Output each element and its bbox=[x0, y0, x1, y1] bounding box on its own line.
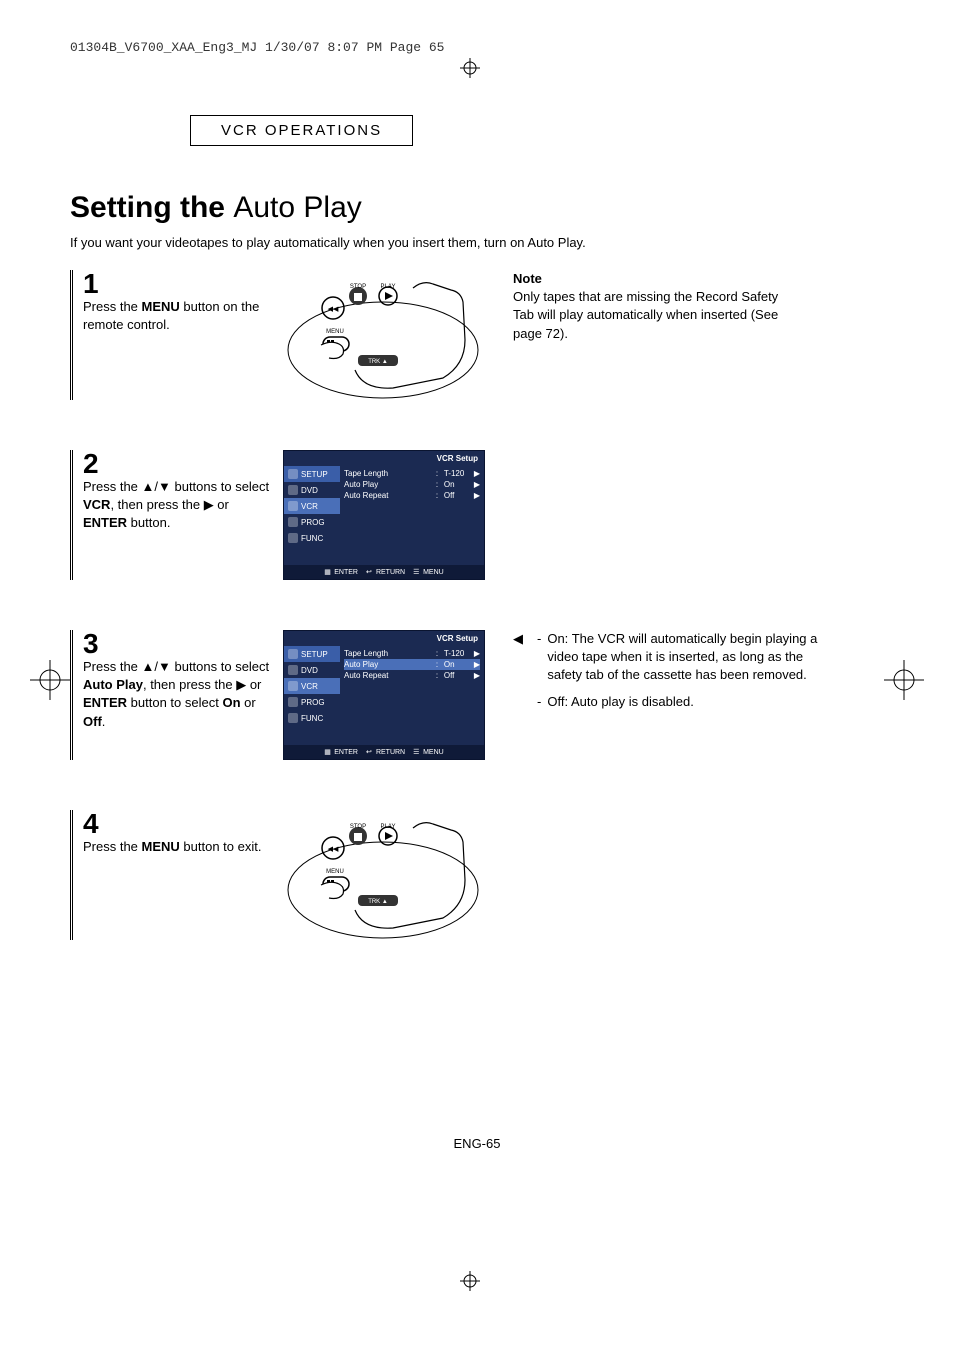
step-2-text: 2 Press the ▲/▼ buttons to select VCR, t… bbox=[70, 450, 273, 580]
pointer-arrow-icon: ◀ bbox=[513, 630, 523, 685]
step-3-number: 3 bbox=[83, 630, 273, 658]
step-1-text: 1 Press the MENU button on the remote co… bbox=[70, 270, 273, 400]
func-icon bbox=[288, 533, 298, 543]
crop-mark-right-icon bbox=[884, 660, 924, 700]
osd-row-auto-repeat: Auto Repeat:Off▶ bbox=[344, 490, 480, 501]
osd-row-auto-play: Auto Play:On▶ bbox=[344, 479, 480, 490]
osd-footer: ▦ ENTER ↩ RETURN ☰ MENU bbox=[284, 745, 484, 759]
step-1-remote-illustration: ◀◀ STOP PLAY MENU TRK ▲ bbox=[283, 270, 483, 400]
osd-tab-setup: SETUP bbox=[284, 646, 340, 662]
page-title: Setting the Auto Play bbox=[70, 191, 884, 225]
osd-tab-dvd: DVD bbox=[284, 482, 340, 498]
osd-tab-vcr: VCR bbox=[284, 678, 340, 694]
step-1-number: 1 bbox=[83, 270, 273, 298]
svg-text:MENU: MENU bbox=[326, 329, 344, 335]
menu-icon: ☰ bbox=[413, 568, 421, 576]
option-off-label: Off: bbox=[547, 694, 568, 709]
osd-row-tape-length: Tape Length:T-120▶ bbox=[344, 468, 480, 479]
step-3-text: 3 Press the ▲/▼ buttons to select Auto P… bbox=[70, 630, 273, 760]
osd-menu: VCR Setup SETUP DVD VCR PROG FUNC Tape L… bbox=[283, 450, 485, 580]
osd-title: VCR Setup bbox=[284, 631, 484, 646]
note-column: Note Only tapes that are missing the Rec… bbox=[513, 270, 793, 400]
options-column: ◀ - On: The VCR will automatically begin… bbox=[513, 630, 823, 760]
title-bold: Setting the bbox=[70, 191, 225, 224]
return-icon: ↩ bbox=[366, 748, 374, 756]
osd-row-auto-repeat: Auto Repeat:Off▶ bbox=[344, 670, 480, 681]
disc-icon bbox=[288, 485, 298, 495]
osd-main-panel: Tape Length:T-120▶ Auto Play:On▶ Auto Re… bbox=[340, 646, 484, 745]
remote-hand-icon: ◀◀ STOP PLAY MENU TRK ▲ bbox=[283, 810, 483, 940]
note-body: Only tapes that are missing the Record S… bbox=[513, 288, 793, 343]
osd-tab-func: FUNC bbox=[284, 530, 340, 546]
osd-menu: VCR Setup SETUP DVD VCR PROG FUNC Tape L… bbox=[283, 630, 485, 760]
section-heading-text: VCR OPERATIONS bbox=[221, 122, 382, 139]
remote-hand-icon: ◀◀ STOP PLAY MENU TRK ▲ bbox=[283, 270, 483, 400]
func-icon bbox=[288, 713, 298, 723]
step-4-number: 4 bbox=[83, 810, 273, 838]
step-4-text: 4 Press the MENU button to exit. bbox=[70, 810, 273, 940]
osd-tab-prog: PROG bbox=[284, 514, 340, 530]
gear-icon bbox=[288, 469, 298, 479]
clock-icon bbox=[288, 517, 298, 527]
svg-text:MENU: MENU bbox=[326, 869, 344, 875]
clock-icon bbox=[288, 697, 298, 707]
osd-tab-dvd: DVD bbox=[284, 662, 340, 678]
osd-row-tape-length: Tape Length:T-120▶ bbox=[344, 648, 480, 659]
svg-text:STOP: STOP bbox=[350, 824, 366, 830]
osd-row-auto-play-highlight: Auto Play:On▶ bbox=[344, 659, 480, 670]
step-2-osd-screenshot: VCR Setup SETUP DVD VCR PROG FUNC Tape L… bbox=[283, 450, 483, 580]
svg-text:STOP: STOP bbox=[350, 284, 366, 290]
note-heading: Note bbox=[513, 270, 793, 288]
osd-footer: ▦ ENTER ↩ RETURN ☰ MENU bbox=[284, 565, 484, 579]
intro-text: If you want your videotapes to play auto… bbox=[70, 235, 884, 250]
crop-mark-left-icon bbox=[30, 660, 70, 700]
step-2-number: 2 bbox=[83, 450, 273, 478]
osd-sidebar: SETUP DVD VCR PROG FUNC bbox=[284, 646, 340, 745]
svg-text:PLAY: PLAY bbox=[381, 284, 396, 290]
svg-text:PLAY: PLAY bbox=[381, 824, 396, 830]
osd-tab-vcr: VCR bbox=[284, 498, 340, 514]
osd-tab-prog: PROG bbox=[284, 694, 340, 710]
osd-main-panel: Tape Length:T-120▶ Auto Play:On▶ Auto Re… bbox=[340, 466, 484, 565]
svg-text:TRK ▲: TRK ▲ bbox=[368, 899, 388, 905]
svg-text:◀◀: ◀◀ bbox=[328, 846, 339, 853]
disc-icon bbox=[288, 665, 298, 675]
osd-title: VCR Setup bbox=[284, 451, 484, 466]
page-number: ENG-65 bbox=[0, 1136, 954, 1151]
gear-icon bbox=[288, 649, 298, 659]
osd-sidebar: SETUP DVD VCR PROG FUNC bbox=[284, 466, 340, 565]
tape-icon bbox=[288, 681, 298, 691]
svg-text:◀◀: ◀◀ bbox=[328, 306, 339, 313]
print-header-line: 01304B_V6700_XAA_Eng3_MJ 1/30/07 8:07 PM… bbox=[70, 40, 884, 55]
step-3-osd-screenshot: VCR Setup SETUP DVD VCR PROG FUNC Tape L… bbox=[283, 630, 483, 760]
option-off-text: Auto play is disabled. bbox=[571, 694, 694, 709]
return-icon: ↩ bbox=[366, 568, 374, 576]
enter-icon: ▦ bbox=[324, 748, 332, 756]
step-4-remote-illustration: ◀◀ STOP PLAY MENU TRK ▲ bbox=[283, 810, 483, 940]
registration-mark-bottom-icon bbox=[460, 1271, 480, 1291]
option-on-text: The VCR will automatically begin playing… bbox=[547, 631, 817, 682]
registration-mark-top-icon bbox=[460, 58, 480, 78]
section-heading-box: VCR OPERATIONS bbox=[190, 115, 413, 146]
tape-icon bbox=[288, 501, 298, 511]
enter-icon: ▦ bbox=[324, 568, 332, 576]
osd-tab-setup: SETUP bbox=[284, 466, 340, 482]
osd-tab-func: FUNC bbox=[284, 710, 340, 726]
option-on-label: On: bbox=[547, 631, 568, 646]
menu-icon: ☰ bbox=[413, 748, 421, 756]
svg-text:TRK ▲: TRK ▲ bbox=[368, 359, 388, 365]
